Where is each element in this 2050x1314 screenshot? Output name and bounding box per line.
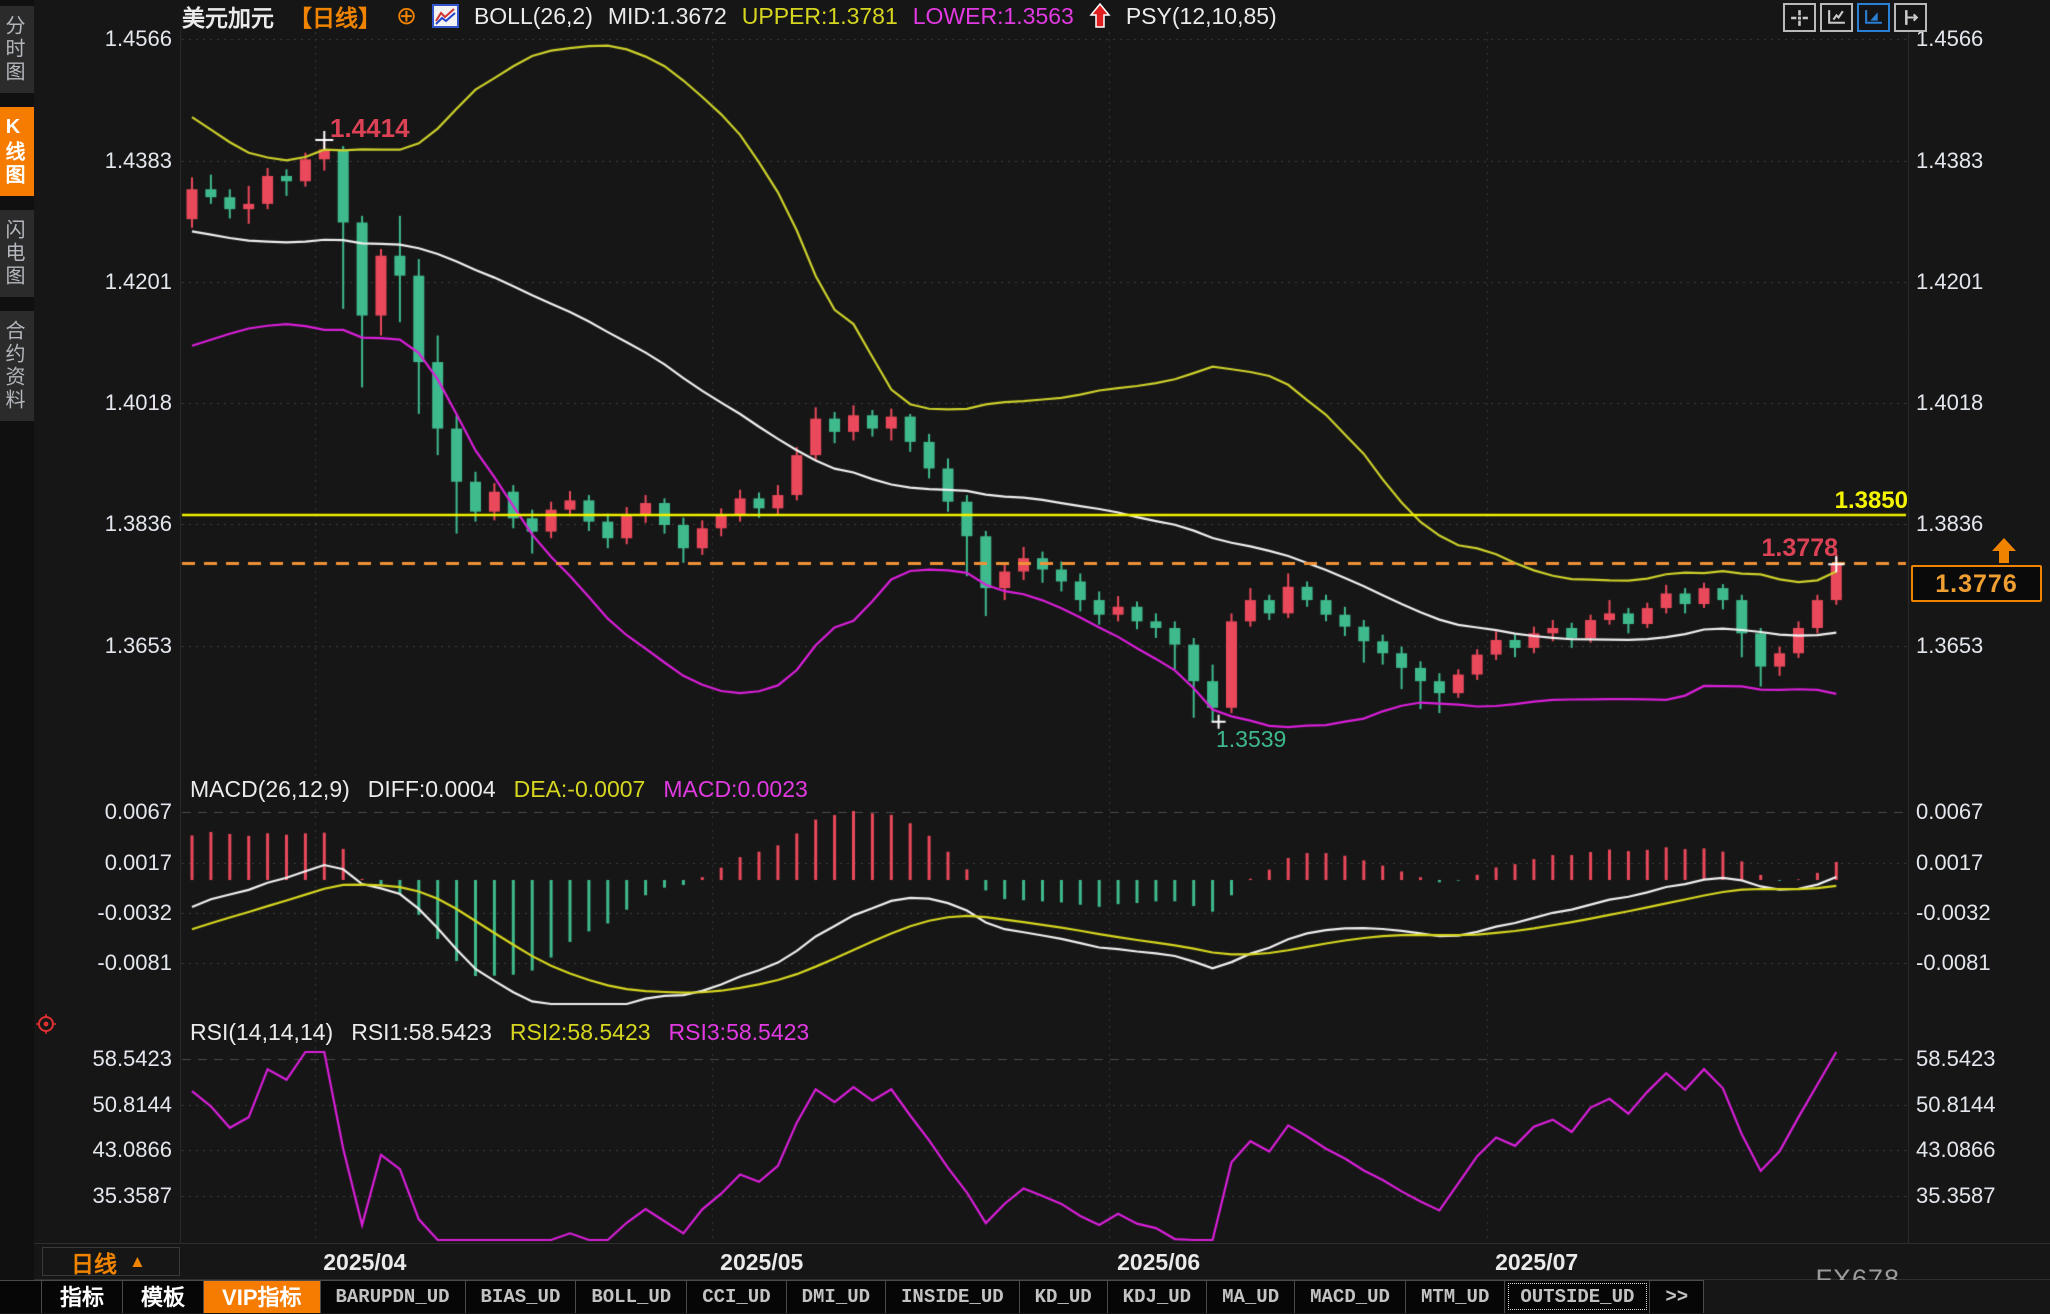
sidebar-item-kline[interactable]: K线图 [0, 107, 34, 196]
add-indicator-icon[interactable]: ⊕ [396, 4, 417, 28]
chart-tools [1783, 3, 1927, 32]
macd-y-label: -0.0081 [1916, 950, 1991, 976]
macd-value: MACD:0.0023 [663, 776, 807, 803]
boll-mid-value: MID:1.3672 [608, 3, 727, 30]
rsi-title: RSI(14,14,14) [190, 1019, 333, 1046]
toolbar-tab-mtm_ud[interactable]: MTM_UD [1406, 1280, 1505, 1313]
toolbar-tab-macd_ud[interactable]: MACD_UD [1295, 1280, 1406, 1313]
x-axis-month-label: 2025/06 [1079, 1249, 1239, 1276]
main-y-label: 1.3836 [1916, 511, 1983, 537]
macd-diff-value: DIFF:0.0004 [368, 776, 496, 803]
x-axis-month-label: 2025/05 [682, 1249, 842, 1276]
toolbar-more-button[interactable]: >> [1650, 1280, 1704, 1313]
sidebar-item-contract[interactable]: 合约资料 [0, 311, 34, 421]
toolbar-tab-[interactable]: 指标 [42, 1280, 123, 1313]
pan-axis-icon[interactable] [1894, 3, 1927, 32]
rsi-y-label: 50.8144 [50, 1092, 172, 1118]
boll-upper-value: UPPER:1.3781 [742, 3, 898, 30]
rsi-y-label: 58.5423 [50, 1046, 172, 1072]
scale-axis-icon[interactable] [1820, 3, 1853, 32]
toolbar-spacer [0, 1280, 42, 1313]
toolbar-tab-inside_ud[interactable]: INSIDE_UD [886, 1280, 1020, 1313]
main-y-label: 1.4566 [50, 26, 172, 52]
macd-y-label: -0.0032 [1916, 900, 1991, 926]
rsi2-value: RSI2:58.5423 [510, 1019, 651, 1046]
main-y-label: 1.3653 [1916, 633, 1983, 659]
sidebar: 分时图 K线图闪电图合约资料 [0, 0, 34, 1314]
price-up-arrow-icon [1990, 538, 2018, 569]
macd-y-label: 0.0067 [1916, 799, 1983, 825]
rsi-y-label: 43.0866 [1916, 1137, 1996, 1163]
rsi-header: RSI(14,14,14) RSI1:58.5423 RSI2:58.5423 … [190, 1019, 809, 1046]
boll-lower-value: LOWER:1.3563 [913, 3, 1074, 30]
boll-params: BOLL(26,2) [474, 3, 593, 30]
x-axis-month-label: 2025/04 [285, 1249, 445, 1276]
toolbar-tab-vip[interactable]: VIP指标 [204, 1280, 320, 1313]
mini-chart-icon[interactable] [432, 4, 459, 29]
main-y-label: 1.4201 [50, 269, 172, 295]
symbol-title: 美元加元 [182, 0, 274, 33]
main-y-label: 1.3836 [50, 511, 172, 537]
last-price-box[interactable]: 1.3776 [1911, 565, 2042, 602]
main-y-label: 1.4018 [1916, 390, 1983, 416]
rsi-y-label: 50.8144 [1916, 1092, 1996, 1118]
toolbar-tab-cci_ud[interactable]: CCI_UD [687, 1280, 786, 1313]
indicator-toolbar: 指标模板VIP指标BARUPDN_UDBIAS_UDBOLL_UDCCI_UDD… [0, 1280, 2050, 1314]
macd-y-label: 0.0067 [50, 799, 172, 825]
auto-scale-icon[interactable] [1857, 3, 1890, 32]
x-axis-month-label: 2025/07 [1457, 1249, 1617, 1276]
sidebar-item-flash[interactable]: 闪电图 [0, 210, 34, 297]
rsi-y-label: 35.3587 [50, 1183, 172, 1209]
main-y-label: 1.3653 [50, 633, 172, 659]
low-price-annotation: 1.3539 [1216, 726, 1286, 753]
sidebar-item-fenshi[interactable]: 分时图 [0, 6, 34, 93]
rsi3-value: RSI3:58.5423 [669, 1019, 810, 1046]
toolbar-tab-outside_ud[interactable]: OUTSIDE_UD [1505, 1280, 1650, 1313]
macd-y-label: -0.0032 [50, 900, 172, 926]
period-tag[interactable]: 【日线】 [289, 0, 381, 33]
period-selector-label: 日线 [71, 1245, 117, 1279]
toolbar-tab-kdj_ud[interactable]: KDJ_UD [1108, 1280, 1207, 1313]
macd-title: MACD(26,12,9) [190, 776, 350, 803]
high-price-annotation: 1.4414 [330, 113, 410, 144]
toolbar-tab-[interactable]: 模板 [123, 1280, 204, 1313]
period-selector[interactable]: 日线 ▲ [42, 1247, 180, 1276]
crosshair-icon[interactable] [1783, 3, 1816, 32]
macd-header: MACD(26,12,9) DIFF:0.0004 DEA:-0.0007 MA… [190, 776, 808, 803]
toolbar-tab-dmi_ud[interactable]: DMI_UD [787, 1280, 886, 1313]
main-y-label: 1.4018 [50, 390, 172, 416]
main-y-label: 1.4383 [1916, 148, 1983, 174]
toolbar-tab-boll_ud[interactable]: BOLL_UD [576, 1280, 687, 1313]
chart-header: 美元加元 【日线】 ⊕ BOLL(26,2) MID:1.3672 UPPER:… [182, 1, 1277, 31]
toolbar-tab-ma_ud[interactable]: MA_UD [1207, 1280, 1295, 1313]
hline-price-label: 1.3850 [1835, 487, 1908, 515]
rsi-y-label: 35.3587 [1916, 1183, 1996, 1209]
up-arrow-icon [1089, 3, 1111, 29]
current-price-label: 1.3778 [1762, 534, 1838, 563]
main-y-label: 1.4201 [1916, 269, 1983, 295]
rsi-y-label: 58.5423 [1916, 1046, 1996, 1072]
toolbar-tab-bias_ud[interactable]: BIAS_UD [466, 1280, 577, 1313]
macd-y-label: -0.0081 [50, 950, 172, 976]
macd-y-label: 0.0017 [1916, 850, 1983, 876]
rsi-y-label: 43.0866 [50, 1137, 172, 1163]
psy-params: PSY(12,10,85) [1126, 3, 1277, 30]
macd-y-label: 0.0017 [50, 850, 172, 876]
chart-canvas[interactable] [0, 0, 2050, 1314]
main-y-label: 1.4383 [50, 148, 172, 174]
toolbar-tab-barupdn_ud[interactable]: BARUPDN_UD [321, 1280, 466, 1313]
rsi1-value: RSI1:58.5423 [351, 1019, 492, 1046]
rsi-target-icon[interactable] [36, 1014, 56, 1039]
period-selector-arrow-icon: ▲ [129, 1252, 146, 1272]
toolbar-tab-kd_ud[interactable]: KD_UD [1020, 1280, 1108, 1313]
macd-dea-value: DEA:-0.0007 [514, 776, 646, 803]
